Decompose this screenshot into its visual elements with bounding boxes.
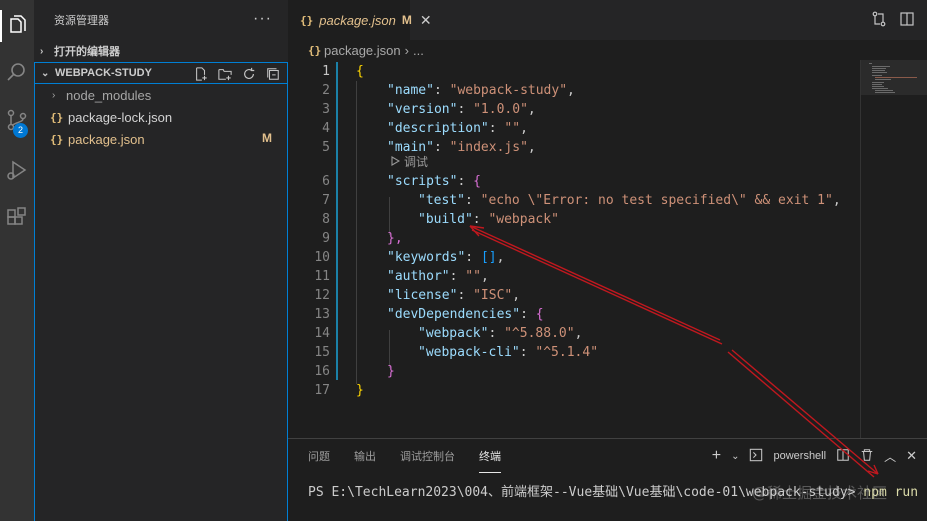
compare-changes-icon[interactable] xyxy=(871,11,887,27)
code-line: 5 "main": "index.js", xyxy=(322,140,536,155)
play-icon xyxy=(391,156,400,166)
activity-bar: 2 xyxy=(0,0,34,521)
more-actions-icon[interactable]: ··· xyxy=(253,10,272,28)
trash-icon[interactable] xyxy=(860,448,874,465)
search-icon[interactable] xyxy=(0,50,34,94)
explorer-header: 资源管理器 ··· xyxy=(34,0,288,40)
tab-terminal[interactable]: 终端 xyxy=(479,449,501,473)
watermark: @稀土掘金技术社区 xyxy=(752,484,888,502)
extensions-icon[interactable] xyxy=(0,196,34,240)
tree-item-package-json[interactable]: {} package.json M xyxy=(34,128,288,150)
code-line: 2 "name": "webpack-study", xyxy=(322,83,575,98)
tab-output[interactable]: 输出 xyxy=(354,449,376,473)
split-terminal-icon[interactable] xyxy=(836,448,850,465)
tab-debug-console[interactable]: 调试控制台 xyxy=(400,449,455,473)
source-control-icon[interactable]: 2 xyxy=(0,98,34,142)
tab-problems[interactable]: 问题 xyxy=(308,449,330,473)
chevron-down-icon[interactable]: ⌄ xyxy=(731,451,739,462)
breadcrumb-separator: › xyxy=(404,42,409,58)
code-line: 6 "scripts": { xyxy=(322,174,481,189)
refresh-icon[interactable] xyxy=(241,66,257,82)
bottom-panel: 问题 输出 调试控制台 终端 + ⌄ powershell ︿ ✕ PS E:\… xyxy=(288,438,927,521)
terminal-name[interactable]: powershell xyxy=(773,450,826,462)
tab-bar: {} package.json M ✕ xyxy=(288,0,927,40)
tree-item-node-modules[interactable]: › node_modules xyxy=(34,84,288,106)
json-file-icon: {} xyxy=(50,110,64,124)
terminal-icon xyxy=(749,448,763,465)
panel-tabs: 问题 输出 调试控制台 终端 xyxy=(308,449,525,473)
new-file-icon[interactable] xyxy=(193,66,209,82)
file-tree: › node_modules {} package-lock.json {} p… xyxy=(34,84,288,150)
close-icon[interactable]: ✕ xyxy=(420,12,432,29)
maximize-panel-icon[interactable]: ︿ xyxy=(884,448,896,465)
run-debug-icon[interactable] xyxy=(0,148,34,192)
json-file-icon: {} xyxy=(300,13,314,27)
minimap[interactable] xyxy=(860,60,927,438)
tab-modified-badge: M xyxy=(401,13,412,27)
breadcrumb-more[interactable]: ... xyxy=(413,43,424,58)
source-control-badge: 2 xyxy=(13,123,28,138)
project-actions xyxy=(193,66,281,82)
code-line: 4 "description": "", xyxy=(322,121,528,136)
tree-item-label: node_modules xyxy=(66,87,152,103)
breadcrumb-file[interactable]: package.json xyxy=(324,43,401,58)
code-line: 9}, xyxy=(322,231,403,246)
code-line: 8 "build": "webpack" xyxy=(322,212,559,227)
split-editor-icon[interactable] xyxy=(899,11,915,27)
code-line: 17} xyxy=(314,383,364,398)
code-line: 13 "devDependencies": { xyxy=(314,307,544,322)
code-line: 3 "version": "1.0.0", xyxy=(322,102,536,117)
chevron-down-icon: ⌄ xyxy=(41,67,50,79)
open-editors-section[interactable]: › 打开的编辑器 xyxy=(34,40,288,62)
panel-actions: + ⌄ powershell ︿ ✕ xyxy=(712,447,917,465)
focus-border-left xyxy=(34,83,35,521)
editor-area: {} package.json M ✕ {} package.json › ..… xyxy=(288,0,927,438)
code-line: 12 "license": "ISC", xyxy=(314,288,521,303)
new-terminal-icon[interactable]: + xyxy=(712,447,721,465)
tab-package-json[interactable]: {} package.json M ✕ xyxy=(288,0,432,40)
json-file-icon: {} xyxy=(50,132,64,146)
chevron-right-icon: › xyxy=(40,45,44,57)
collapse-all-icon[interactable] xyxy=(265,66,281,82)
tree-item-package-lock[interactable]: {} package-lock.json xyxy=(34,106,288,128)
tree-item-label: package.json xyxy=(68,131,145,147)
modified-badge: M xyxy=(262,131,272,145)
debug-codelens[interactable]: 调试 xyxy=(390,153,428,169)
open-editors-label: 打开的编辑器 xyxy=(54,46,120,58)
code-line: 11 "author": "", xyxy=(314,269,489,284)
project-section[interactable]: ⌄ WEBPACK-STUDY xyxy=(34,62,288,84)
explorer-sidebar: 资源管理器 ··· › 打开的编辑器 ⌄ WEBPACK-STUDY › nod… xyxy=(34,0,288,521)
code-line: 1{ xyxy=(322,64,364,79)
project-label: WEBPACK-STUDY xyxy=(55,67,152,79)
tree-item-label: package-lock.json xyxy=(68,109,173,125)
tab-label: package.json xyxy=(319,12,396,28)
code-line: 16} xyxy=(314,364,395,379)
breadcrumb: {} package.json › ... xyxy=(288,40,927,60)
close-icon[interactable]: ✕ xyxy=(906,448,917,464)
code-line: 7 "test": "echo \"Error: no test specifie… xyxy=(322,193,841,208)
code-editor[interactable]: 1{ 2 "name": "webpack-study", 3 "version":… xyxy=(288,60,860,438)
chevron-right-icon: › xyxy=(52,89,56,101)
explorer-title: 资源管理器 xyxy=(54,15,109,27)
json-file-icon: {} xyxy=(308,43,322,57)
explorer-icon[interactable] xyxy=(0,4,34,48)
code-line: 10 "keywords": [], xyxy=(314,250,505,265)
new-folder-icon[interactable] xyxy=(217,66,233,82)
code-line: 14 "webpack": "^5.88.0", xyxy=(314,326,583,341)
editor-actions xyxy=(871,11,915,27)
code-line: 15 "webpack-cli": "^5.1.4" xyxy=(314,345,599,360)
